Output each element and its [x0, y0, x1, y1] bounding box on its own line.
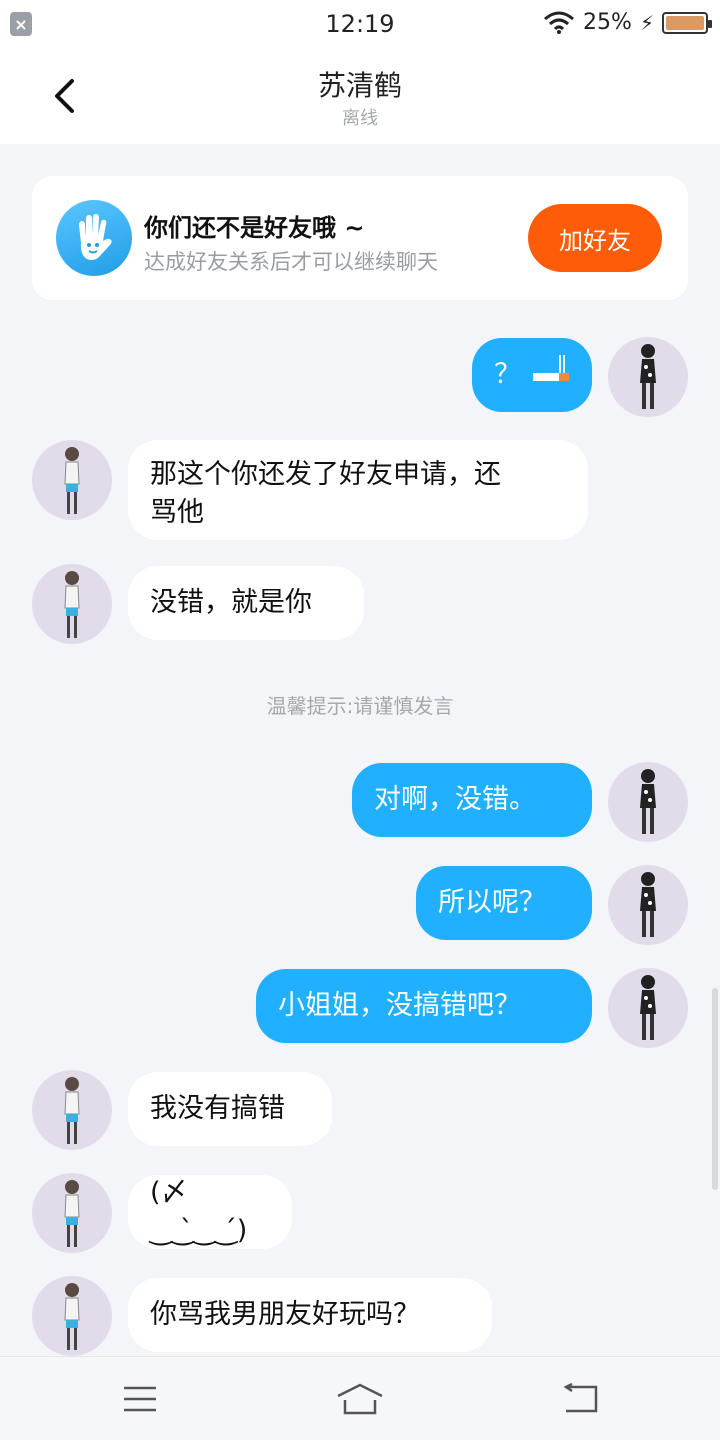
my-avatar[interactable]: [608, 337, 688, 417]
light-figure-icon: [64, 571, 80, 638]
contact-avatar[interactable]: [32, 1173, 112, 1253]
message-bubble-in[interactable]: (〆‿‿̀‿‿́): [128, 1175, 292, 1249]
message-bubble-in[interactable]: 没错，就是你: [128, 566, 364, 640]
hand-wave-icon: [56, 200, 132, 276]
menu-button[interactable]: [110, 1375, 170, 1423]
light-figure-icon: [64, 1283, 80, 1350]
system-nav-bar: [0, 1356, 720, 1440]
message-text: 你骂我男朋友好玩吗？: [150, 1299, 420, 1330]
my-avatar[interactable]: [608, 865, 688, 945]
message-text-line: 骂他: [150, 497, 204, 528]
card-subtitle: 达成好友关系后才可以继续聊天: [144, 250, 438, 274]
wifi-icon: [544, 11, 575, 34]
message-text: 我没有搞错: [150, 1093, 285, 1124]
message-bubble-out[interactable]: 所以呢？: [416, 866, 592, 940]
message-bubble-out[interactable]: 小姐姐，没搞错吧？: [256, 969, 592, 1043]
message-text: ？: [494, 359, 521, 390]
message-text: 所以呢？: [438, 887, 546, 918]
message-text-line: 那这个你还发了好友申请，还: [150, 459, 501, 490]
status-right-group: 25% ⚡: [543, 10, 712, 35]
cigarette-icon: [533, 355, 570, 381]
contact-avatar[interactable]: [32, 1070, 112, 1150]
message-text: (〆‿‿̀‿‿́): [150, 1177, 248, 1246]
battery-percent: 25%: [583, 10, 632, 35]
home-icon: [337, 1383, 383, 1415]
back-nav-button[interactable]: [550, 1375, 610, 1423]
scrollbar[interactable]: [712, 988, 718, 1190]
message-text: 小姐姐，没搞错吧？: [278, 990, 521, 1021]
message-bubble-out[interactable]: 对啊，没错。: [352, 763, 592, 837]
message-text: 没错，就是你: [150, 587, 312, 618]
return-icon: [563, 1383, 598, 1413]
home-button[interactable]: [330, 1375, 390, 1423]
contact-avatar[interactable]: [32, 440, 112, 520]
card-title: 你们还不是好友哦 ~: [144, 214, 365, 242]
message-bubble-out[interactable]: ？: [472, 338, 592, 412]
battery-icon: [662, 11, 712, 34]
system-tip: 温馨提示:请谨慎发言: [266, 694, 454, 718]
dark-figure-icon: [640, 872, 656, 937]
contact-name: 苏清鹤: [317, 69, 402, 102]
message-bubble-in[interactable]: 你骂我男朋友好玩吗？: [128, 1278, 492, 1352]
status-bar: × 12:19 25% ⚡: [0, 0, 720, 50]
chat-header: 苏清鹤 离线: [0, 50, 720, 144]
dark-figure-icon: [640, 344, 656, 409]
battery-fill: [666, 15, 704, 30]
light-figure-icon: [64, 1180, 80, 1247]
contact-avatar[interactable]: [32, 1276, 112, 1356]
my-avatar[interactable]: [608, 968, 688, 1048]
charging-icon: ⚡: [639, 10, 654, 35]
light-figure-icon: [64, 1077, 80, 1144]
message-bubble-in[interactable]: 我没有搞错: [128, 1072, 332, 1146]
contact-avatar[interactable]: [32, 564, 112, 644]
message-text: 对啊，没错。: [374, 784, 536, 815]
add-friend-button[interactable]: 加好友: [528, 204, 662, 272]
light-figure-icon: [64, 447, 80, 514]
dark-figure-icon: [640, 975, 656, 1040]
add-friend-card: 你们还不是好友哦 ~ 达成好友关系后才可以继续聊天 加好友: [32, 176, 688, 300]
message-bubble-in[interactable]: 那这个你还发了好友申请，还 骂他: [128, 440, 588, 540]
dark-figure-icon: [640, 769, 656, 834]
menu-icon: [124, 1386, 156, 1412]
my-avatar[interactable]: [608, 762, 688, 842]
contact-status: 离线: [342, 108, 378, 129]
